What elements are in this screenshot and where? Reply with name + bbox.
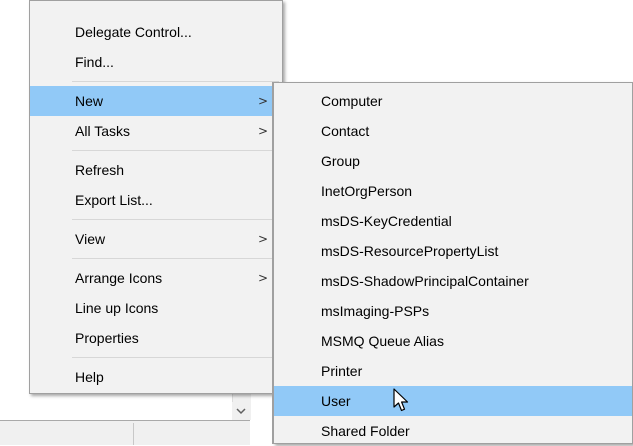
- submenu-item-label: Contact: [321, 123, 370, 139]
- status-bar-divider: [133, 423, 134, 445]
- submenu-arrow-icon: >: [257, 271, 268, 285]
- menu-item-properties[interactable]: Properties: [30, 323, 282, 353]
- background-status-bar: [0, 420, 250, 445]
- menu-item-label: Delegate Control...: [75, 24, 192, 40]
- arrow-pointer-icon: [393, 388, 409, 412]
- menu-item-label: Export List...: [75, 192, 153, 208]
- menu-item-delegate-control[interactable]: Delegate Control...: [30, 17, 282, 47]
- menu-item-label: Help: [75, 369, 104, 385]
- menu-item-label: Arrange Icons: [75, 270, 163, 286]
- submenu-arrow-icon: >: [257, 124, 268, 138]
- menu-item-label: All Tasks: [75, 123, 130, 139]
- submenu-item-label: InetOrgPerson: [321, 183, 413, 199]
- submenu-item-label: Shared Folder: [321, 423, 410, 439]
- submenu-item-msimaging-psps[interactable]: msImaging-PSPs: [274, 296, 632, 326]
- menu-item-new[interactable]: New >: [30, 86, 282, 116]
- submenu-item-group[interactable]: Group: [274, 146, 632, 176]
- submenu-item-label: msDS-ResourcePropertyList: [321, 243, 499, 259]
- submenu-item-label: Printer: [321, 363, 363, 379]
- menu-item-export-list[interactable]: Export List...: [30, 185, 282, 215]
- submenu-item-msds-resourcepropertylist[interactable]: msDS-ResourcePropertyList: [274, 236, 632, 266]
- menu-item-find[interactable]: Find...: [30, 47, 282, 77]
- menu-separator: [72, 357, 279, 358]
- submenu-item-msmq-queue-alias[interactable]: MSMQ Queue Alias: [274, 326, 632, 356]
- menu-item-all-tasks[interactable]: All Tasks >: [30, 116, 282, 146]
- menu-separator: [72, 219, 279, 220]
- menu-separator: [72, 81, 279, 82]
- menu-separator: [72, 258, 279, 259]
- menu-item-label: Properties: [75, 330, 139, 346]
- submenu-item-label: MSMQ Queue Alias: [321, 333, 444, 349]
- submenu-item-label: Group: [321, 153, 360, 169]
- new-submenu: Computer Contact Group InetOrgPerson msDS-Ke…: [273, 82, 633, 444]
- context-menu: Delegate Control... Find... New > All Tasks >…: [29, 0, 283, 394]
- submenu-item-inetorgperson[interactable]: InetOrgPerson: [274, 176, 632, 206]
- submenu-arrow-icon: >: [257, 94, 268, 108]
- menu-item-view[interactable]: View >: [30, 224, 282, 254]
- submenu-item-msds-keycredential[interactable]: msDS-KeyCredential: [274, 206, 632, 236]
- submenu-item-msds-shadowprincipalcontainer[interactable]: msDS-ShadowPrincipalContainer: [274, 266, 632, 296]
- submenu-item-label: msDS-ShadowPrincipalContainer: [321, 273, 529, 289]
- submenu-item-shared-folder[interactable]: Shared Folder: [274, 416, 632, 446]
- chevron-down-icon: [236, 407, 246, 414]
- submenu-item-label: msDS-KeyCredential: [321, 213, 452, 229]
- scroll-down-button[interactable]: [232, 402, 250, 420]
- submenu-arrow-icon: >: [257, 232, 268, 246]
- submenu-item-user[interactable]: User: [274, 386, 632, 416]
- menu-item-line-up-icons[interactable]: Line up Icons: [30, 293, 282, 323]
- menu-item-label: View: [75, 231, 106, 247]
- menu-item-arrange-icons[interactable]: Arrange Icons >: [30, 263, 282, 293]
- submenu-item-contact[interactable]: Contact: [274, 116, 632, 146]
- menu-item-refresh[interactable]: Refresh: [30, 155, 282, 185]
- menu-item-label: Refresh: [75, 162, 125, 178]
- menu-item-label: New: [75, 93, 104, 109]
- submenu-item-computer[interactable]: Computer: [274, 86, 632, 116]
- submenu-item-label: msImaging-PSPs: [321, 303, 430, 319]
- submenu-item-printer[interactable]: Printer: [274, 356, 632, 386]
- menu-separator: [72, 150, 279, 151]
- menu-item-label: Line up Icons: [75, 300, 159, 316]
- menu-item-label: Find...: [75, 54, 114, 70]
- submenu-item-label: Computer: [321, 93, 383, 109]
- submenu-item-label: User: [321, 393, 351, 409]
- menu-item-help[interactable]: Help: [30, 362, 282, 392]
